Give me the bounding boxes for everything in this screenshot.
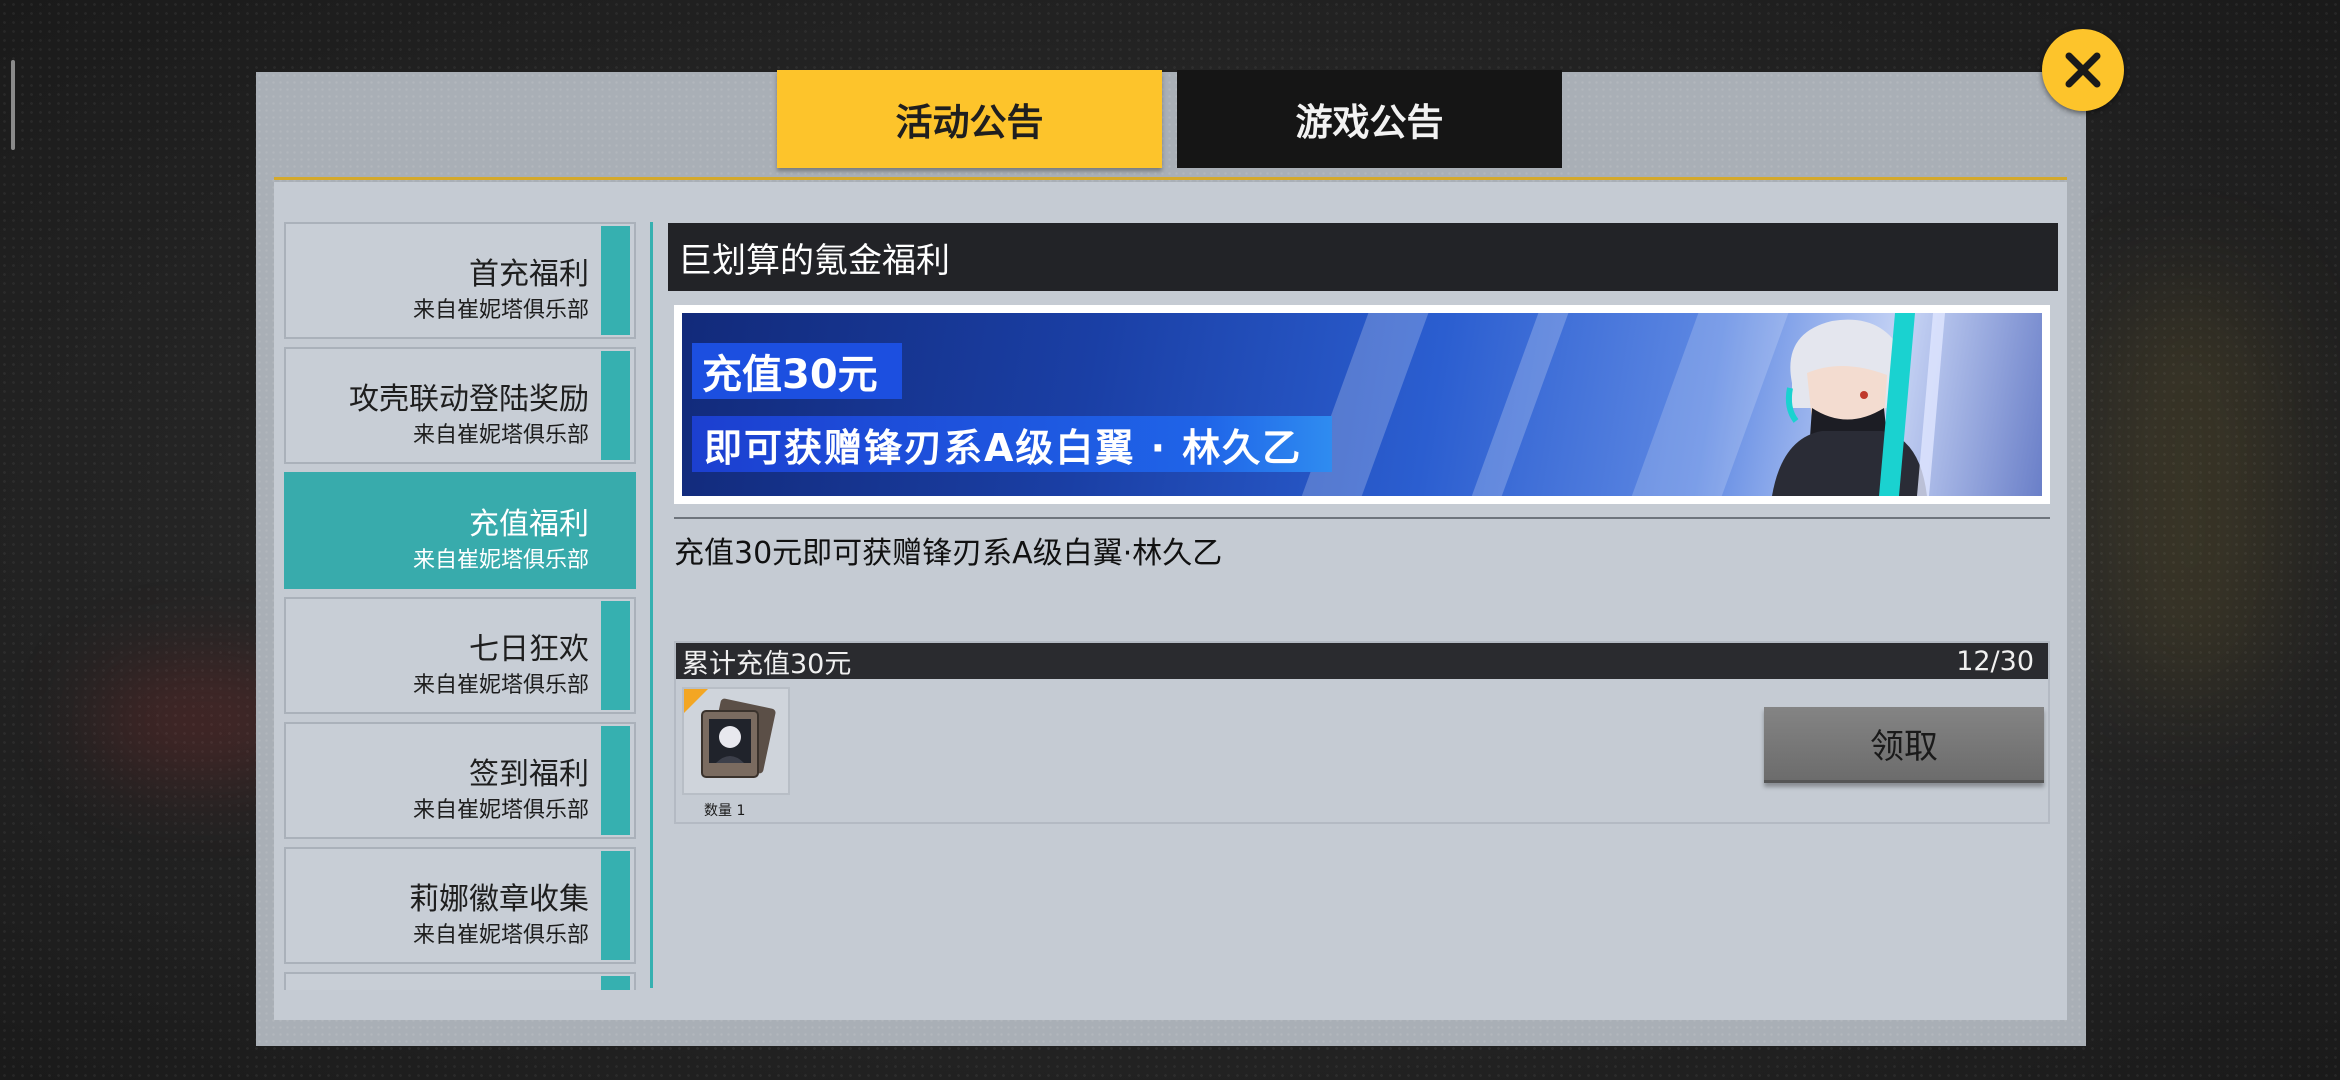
close-button[interactable] (2042, 29, 2124, 111)
reward-header: 累计充值30元 12/30 (676, 643, 2048, 680)
sidebar-item-label: 七日狂欢 (469, 632, 589, 667)
background-glow (2100, 280, 2280, 700)
tab-activity-announcements[interactable]: 活动公告 (777, 70, 1162, 168)
promo-banner: 充值30元 即可获赠锋刃系A级白翼 · 林久乙 (682, 313, 2042, 496)
sidebar-item-badge-collection[interactable]: 莉娜徽章收集 来自崔妮塔俱乐部 (284, 847, 636, 964)
tab-underline (274, 177, 2067, 180)
banner-light-ray (1458, 313, 1576, 496)
sidebar-item-label: 充值福利 (469, 507, 589, 542)
banner-frame: 充值30元 即可获赠锋刃系A级白翼 · 林久乙 (674, 305, 2050, 504)
tab-game-announcements[interactable]: 游戏公告 (1177, 70, 1562, 168)
sidebar-item-strip (601, 726, 630, 835)
sidebar-item-recharge-benefits[interactable]: 充值福利 来自崔妮塔俱乐部 (284, 472, 636, 589)
reward-item-slot[interactable] (682, 687, 790, 795)
sidebar-item-source: 来自崔妮塔俱乐部 (412, 423, 589, 448)
sidebar-item-seven-day[interactable]: 七日狂欢 来自崔妮塔俱乐部 (284, 597, 636, 714)
announcement-description: 充值30元即可获赠锋刃系A级白翼·林久乙 (674, 536, 1223, 571)
sidebar-item-source: 来自崔妮塔俱乐部 (412, 798, 589, 823)
sidebar-item-strip (601, 976, 630, 990)
reward-progress: 12/30 (1956, 645, 2034, 677)
sidebar-item-partial[interactable] (284, 972, 636, 990)
sidebar-item-source: 来自崔妮塔俱乐部 (412, 923, 589, 948)
announcement-list[interactable]: 首充福利 来自崔妮塔俱乐部 攻壳联动登陆奖励 来自崔妮塔俱乐部 充值福利 来自崔… (284, 222, 656, 990)
sidebar-item-strip (601, 851, 630, 960)
sidebar-item-label: 首充福利 (469, 257, 589, 292)
sidebar-item-strip (601, 226, 630, 335)
sidebar-item-strip (601, 351, 630, 460)
sidebar-item-source: 来自崔妮塔俱乐部 (412, 298, 589, 323)
announcement-content: 巨划算的氪金福利 充值30元 即可获赠锋刃系A级白翼 · 林久乙 充值30元即可… (668, 223, 2058, 824)
sidebar-item-label: 签到福利 (469, 757, 589, 792)
content-divider (674, 517, 2050, 519)
sidebar-item-collab-login[interactable]: 攻壳联动登陆奖励 来自崔妮塔俱乐部 (284, 347, 636, 464)
sidebar-divider (650, 222, 653, 988)
sidebar-item-strip (601, 601, 630, 710)
banner-subline: 即可获赠锋刃系A级白翼 · 林久乙 (692, 416, 1333, 472)
reward-card: 累计充值30元 12/30 数量 1 领取 (674, 641, 2050, 824)
reward-condition: 累计充值30元 (682, 648, 852, 680)
sidebar-item-sign-in[interactable]: 签到福利 来自崔妮塔俱乐部 (284, 722, 636, 839)
sidebar-item-label: 莉娜徽章收集 (409, 882, 589, 917)
close-icon (2065, 52, 2101, 88)
sidebar-item-source: 来自崔妮塔俱乐部 (412, 673, 589, 698)
banner-headline: 充值30元 (692, 343, 902, 399)
claim-button[interactable]: 领取 (1764, 707, 2044, 783)
panel-body: 首充福利 来自崔妮塔俱乐部 攻壳联动登陆奖励 来自崔妮塔俱乐部 充值福利 来自崔… (274, 182, 2067, 1020)
sidebar-item-source: 来自崔妮塔俱乐部 (412, 548, 589, 573)
reward-item-quantity: 数量 1 (704, 803, 746, 819)
sidebar-item-label: 攻壳联动登陆奖励 (349, 382, 589, 417)
announcement-title: 巨划算的氪金福利 (668, 223, 2058, 291)
character-card-icon (701, 698, 776, 778)
screen-edge-handle (11, 60, 15, 150)
sidebar-item-first-recharge[interactable]: 首充福利 来自崔妮塔俱乐部 (284, 222, 636, 339)
